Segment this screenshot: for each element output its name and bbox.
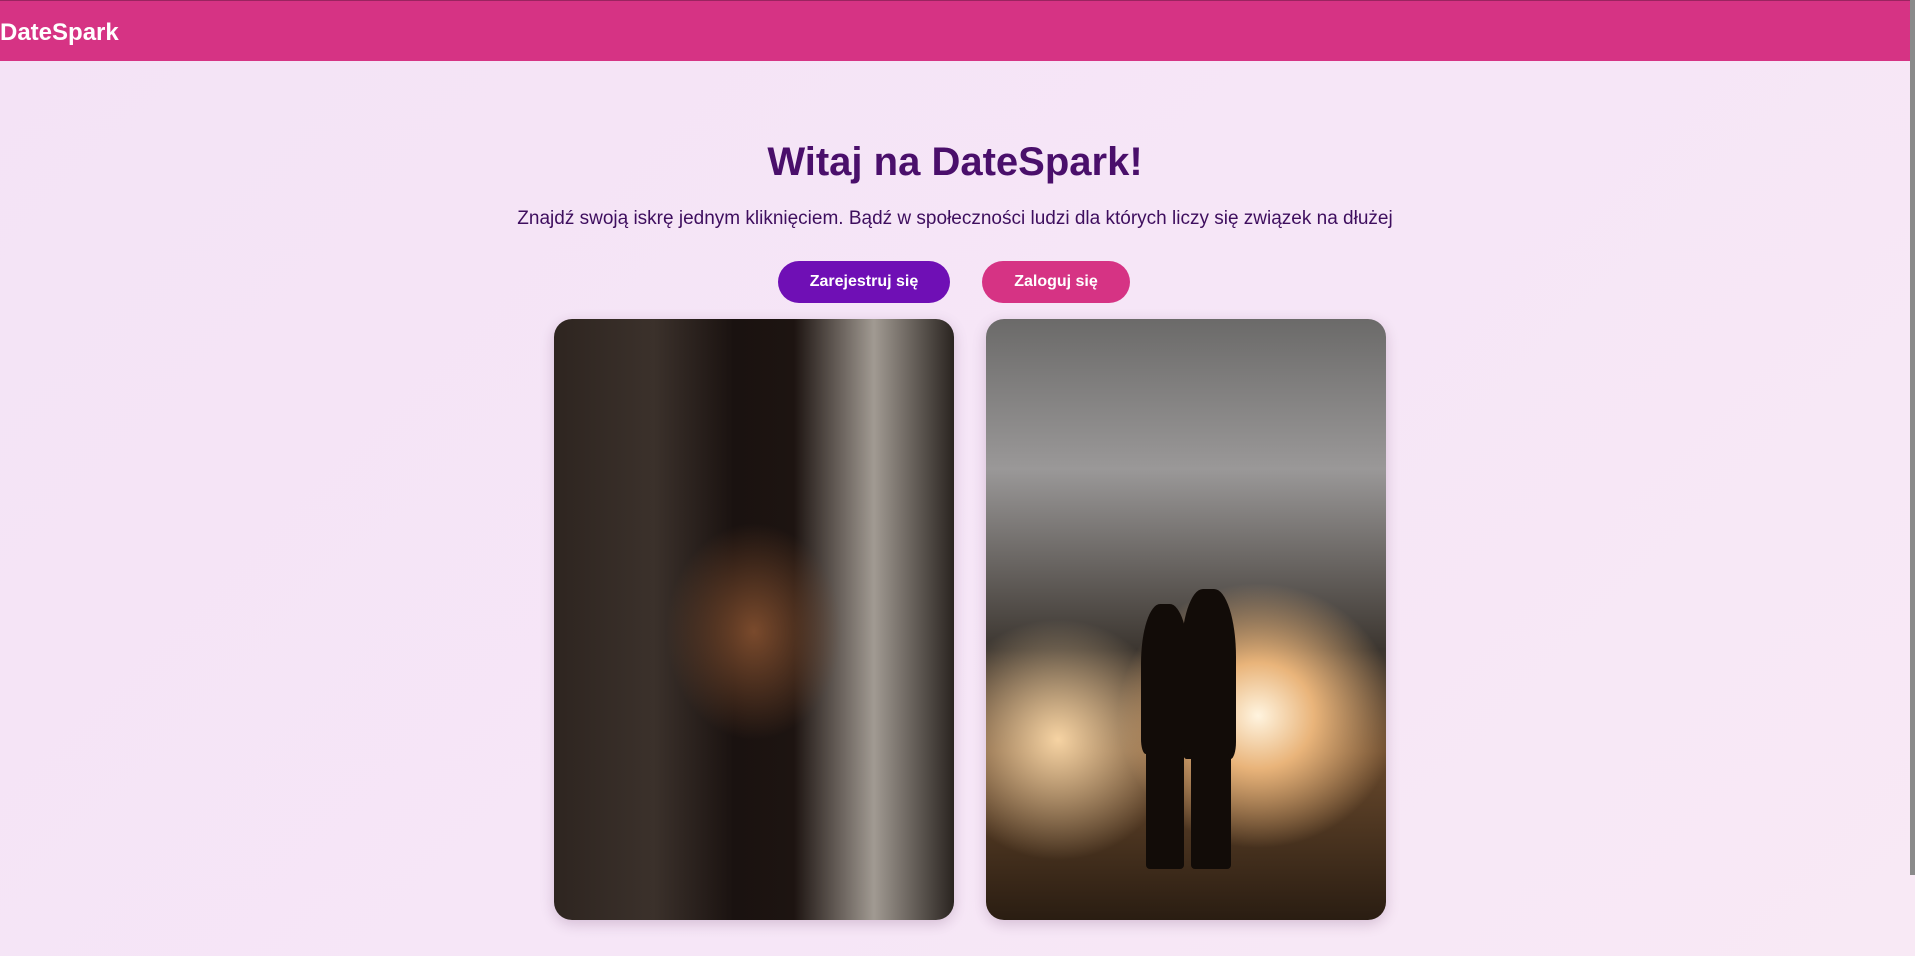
login-button[interactable]: Zaloguj się [982,261,1130,303]
page-title: Witaj na DateSpark! [767,140,1143,184]
register-button[interactable]: Zarejestruj się [778,261,950,303]
brand-logo[interactable]: DateSpark [0,19,119,47]
top-navbar: DateSpark [0,0,1910,61]
man-legs [1191,754,1231,869]
page-subtitle: Znajdź swoją iskrę jednym kliknięciem. B… [517,208,1393,229]
couple-silhouette-photo [986,319,1386,920]
woman-legs [1146,749,1184,869]
page-scrollbar[interactable] [1910,0,1915,875]
man-silhouette [1181,589,1236,759]
couple-hands-photo [554,319,954,920]
